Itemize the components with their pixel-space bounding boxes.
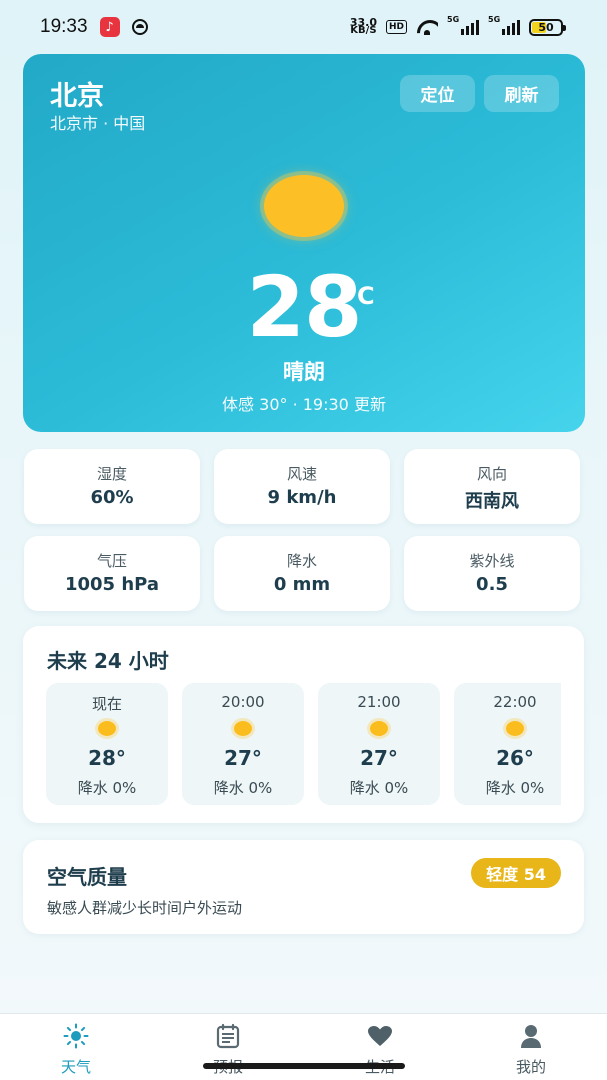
hour-temperature: 27° <box>360 746 398 770</box>
hour-precipitation: 降水 0% <box>213 779 273 797</box>
metric-value: 60% <box>90 487 134 508</box>
heart-icon <box>368 1026 392 1046</box>
nav-label: 天气 <box>60 1058 91 1076</box>
battery-icon: 50 <box>529 18 566 36</box>
nav-item-weather[interactable]: 天气 <box>16 1014 136 1080</box>
network-speed: 33.0 KB/S <box>350 17 377 36</box>
hour-temperature: 28° <box>88 746 126 770</box>
hour-precipitation: 降水 0% <box>485 779 545 797</box>
hour-item[interactable]: 21:00 27° 降水 0% <box>318 683 440 805</box>
signal-label-2: 5G <box>488 15 501 24</box>
air-quality-card[interactable]: 空气质量 轻度 54 敏感人群减少长时间户外运动 <box>23 840 584 934</box>
status-bar: 19:33 ♪ 33.0 KB/S HD 5G 5G 50 <box>0 0 607 54</box>
metric-label: 气压 <box>96 552 127 570</box>
notification-app-icon <box>131 19 148 35</box>
metric-label: 风向 <box>476 465 507 483</box>
hourly-forecast-title: 未来 24 小时 <box>47 649 169 673</box>
hour-time: 现在 <box>91 695 122 713</box>
feels-like-updated: 体感 30° · 19:30 更新 <box>222 395 386 414</box>
hour-time: 22:00 <box>493 693 537 711</box>
current-weather-card: 北京 北京市 · 中国 定位 刷新 28 °C 晴朗 体感 30° · 19:3… <box>23 54 585 432</box>
metric-label: 降水 <box>286 552 317 570</box>
calendar-icon <box>216 1023 240 1049</box>
metric-precipitation: 降水 0 mm <box>214 536 390 611</box>
nav-item-profile[interactable]: 我的 <box>471 1014 591 1080</box>
metric-label: 湿度 <box>96 465 127 483</box>
hour-temperature: 26° <box>496 746 534 770</box>
metric-value: 西南风 <box>465 491 519 512</box>
wifi-icon <box>416 19 438 35</box>
music-app-icon: ♪ <box>99 17 120 37</box>
nav-label: 我的 <box>515 1058 546 1076</box>
nav-item-life[interactable]: 生活 <box>320 1014 440 1080</box>
sun-icon <box>234 721 252 736</box>
network-speed-unit: KB/S <box>350 25 377 36</box>
sun-icon <box>98 721 116 736</box>
hourly-forecast-card: 未来 24 小时 现在 28° 降水 0% 20:00 27° 降水 0% 21… <box>23 626 584 823</box>
metric-pressure: 气压 1005 hPa <box>24 536 200 611</box>
air-quality-advice: 敏感人群减少长时间户外运动 <box>47 899 243 917</box>
nav-item-forecast[interactable]: 预报 <box>168 1014 288 1080</box>
sun-icon <box>264 175 344 237</box>
air-quality-title: 空气质量 <box>47 865 127 889</box>
metric-value: 0 mm <box>273 574 331 595</box>
city-name: 北京 <box>50 81 104 112</box>
temperature-unit: °C <box>345 282 375 310</box>
sun-icon <box>506 721 524 736</box>
hourly-forecast-strip[interactable]: 现在 28° 降水 0% 20:00 27° 降水 0% 21:00 27° 降… <box>46 683 561 805</box>
sun-icon <box>370 721 388 736</box>
metric-label: 紫外线 <box>469 552 515 570</box>
metric-uv-index: 紫外线 0.5 <box>404 536 580 611</box>
metric-humidity: 湿度 60% <box>24 449 200 524</box>
hour-item[interactable]: 20:00 27° 降水 0% <box>182 683 304 805</box>
region-name: 北京市 · 中国 <box>50 114 146 133</box>
aqi-badge: 轻度 54 <box>471 858 561 888</box>
locate-button[interactable]: 定位 <box>400 75 475 112</box>
metric-label: 风速 <box>286 465 317 483</box>
status-time: 19:33 <box>40 16 88 37</box>
hour-temperature: 27° <box>224 746 262 770</box>
signal-icon-2: 5G <box>488 15 520 35</box>
metric-value: 0.5 <box>476 574 508 595</box>
hour-precipitation: 降水 0% <box>77 779 137 797</box>
bottom-navigation: 天气 预报 生活 我的 <box>0 1013 607 1080</box>
refresh-button[interactable]: 刷新 <box>484 75 559 112</box>
home-indicator[interactable] <box>203 1063 405 1069</box>
battery-level: 50 <box>538 20 554 34</box>
person-icon <box>521 1025 541 1048</box>
metric-value: 9 km/h <box>267 487 337 508</box>
hd-icon: HD <box>385 20 407 34</box>
hour-time: 21:00 <box>357 693 401 711</box>
signal-label: 5G <box>447 15 460 24</box>
sun-icon <box>63 1023 89 1049</box>
weather-condition: 晴朗 <box>283 360 325 384</box>
hour-precipitation: 降水 0% <box>349 779 409 797</box>
hour-item[interactable]: 22:00 26° 降水 0% <box>454 683 561 805</box>
hour-item[interactable]: 现在 28° 降水 0% <box>46 683 168 805</box>
metric-value: 1005 hPa <box>64 574 160 595</box>
signal-icon: 5G <box>447 15 479 35</box>
metric-wind-speed: 风速 9 km/h <box>214 449 390 524</box>
metric-wind-direction: 风向 西南风 <box>404 449 580 524</box>
hour-time: 20:00 <box>221 693 265 711</box>
